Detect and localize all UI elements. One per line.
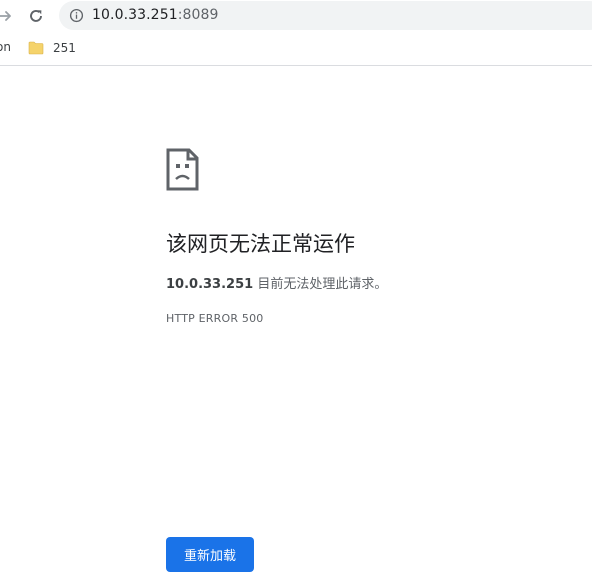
bookmark-folder-251[interactable]: 251: [22, 37, 82, 59]
info-icon[interactable]: [69, 8, 84, 23]
error-description-text: 目前无法处理此请求。: [253, 277, 388, 292]
reload-icon: [30, 10, 42, 22]
reload-button[interactable]: [23, 4, 49, 28]
error-host: 10.0.33.251: [166, 277, 254, 292]
arrow-right-icon: [0, 11, 11, 21]
url-port: :8089: [177, 7, 219, 23]
url-text[interactable]: 10.0.33.251:8089: [92, 6, 219, 24]
forward-button[interactable]: [0, 4, 18, 28]
sad-page-icon: [166, 148, 199, 191]
address-bar[interactable]: 10.0.33.251:8089: [59, 1, 592, 30]
url-host: 10.0.33.251: [92, 7, 178, 23]
bookmark-partial-label[interactable]: on: [0, 40, 11, 54]
bookmarks-bar: on 251: [0, 33, 592, 66]
reload-page-button[interactable]: 重新加载: [166, 537, 254, 572]
error-code: HTTP ERROR 500: [166, 312, 264, 325]
error-title: 该网页无法正常运作: [166, 232, 355, 256]
folder-icon: [28, 41, 44, 55]
bookmark-label: 251: [53, 41, 76, 55]
error-description: 10.0.33.251 目前无法处理此请求。: [166, 273, 387, 292]
browser-toolbar: 10.0.33.251:8089: [0, 0, 592, 33]
